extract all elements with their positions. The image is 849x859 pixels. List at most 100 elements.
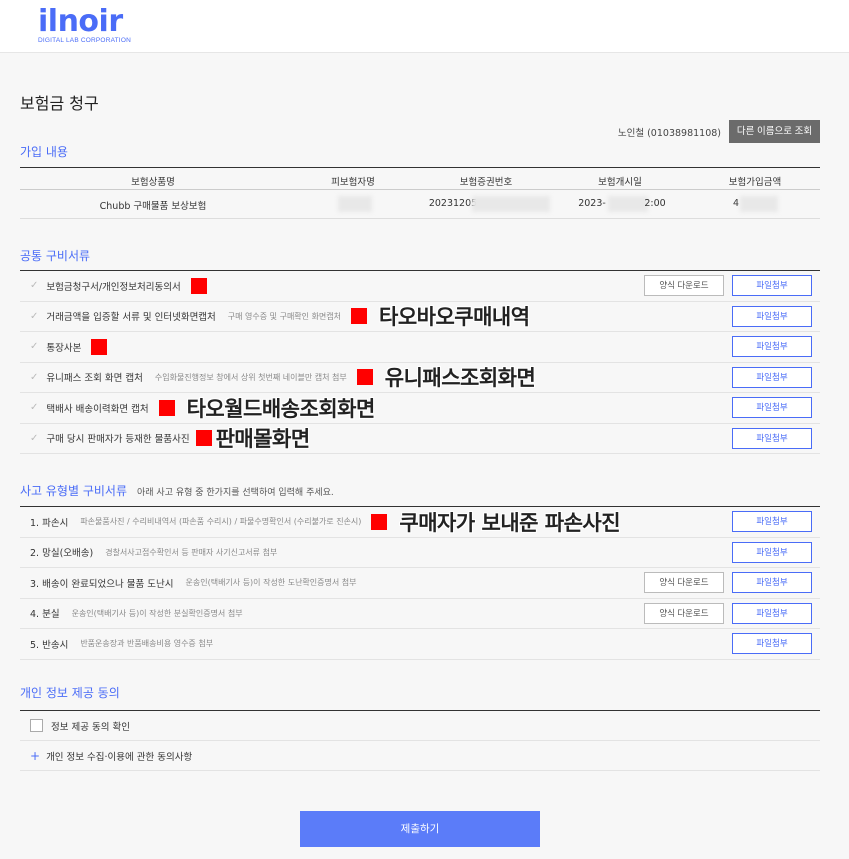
annotation-text: 유니패스조회화면: [384, 366, 536, 391]
page-title: 보험금 청구: [20, 94, 99, 113]
doc-label: 통장사본: [46, 342, 82, 354]
list-item: 2. 망실(오배송) 경찰서사고접수확인서 등 판매자 사기신고서류 첨부 파일…: [20, 538, 820, 568]
consent-detail-label: 개인 정보 수집·이용에 관한 동의사항: [46, 751, 193, 763]
red-annotation-box: [351, 308, 368, 325]
annotation-text: 타오바오쿠매내역: [379, 305, 530, 330]
attach-file-button[interactable]: 파일첨부: [732, 427, 812, 449]
accident-type-desc: 경찰서사고접수확인서 등 판매자 사기신고서류 첨부: [105, 547, 278, 557]
check-icon: ✓: [30, 371, 39, 383]
download-form-button[interactable]: 양식 다운로드: [644, 275, 724, 296]
download-form-button[interactable]: 양식 다운로드: [644, 602, 724, 624]
consent-checkbox[interactable]: [30, 719, 43, 732]
list-item: ✓ 거래금액을 입증할 서류 및 인터넷화면캡처 구매 영수증 및 구매확인 화…: [20, 302, 820, 332]
accident-type-label: 4. 분실: [30, 609, 60, 621]
download-form-button[interactable]: 양식 다운로드: [644, 572, 724, 593]
accident-type-label: 3. 배송이 완료되었으나 물품 도난시: [30, 578, 174, 590]
lookup-other-name-button[interactable]: 다른 이름으로 조회: [729, 120, 820, 143]
doc-label: 보험금청구서/개인정보처리동의서: [46, 281, 181, 293]
list-item: ✓ 보험금청구서/개인정보처리동의서 양식 다운로드 파일첨부: [20, 271, 820, 302]
redacted-start-date: [608, 196, 648, 212]
logo-wordmark: ilnoir: [38, 4, 123, 39]
header: ilnoir DIGITAL LAB CORPORATION: [0, 0, 849, 53]
consent-section-title: 개인 정보 제공 동의: [20, 686, 120, 700]
list-item: 4. 분실 운송인(택배기사 등)이 작성한 분실확인증명서 첨부 양식 다운로…: [20, 599, 820, 629]
doc-label: 거래금액을 입증할 서류 및 인터넷화면캡처: [46, 312, 216, 324]
start-date: 2023-: [578, 198, 606, 209]
attach-file-button[interactable]: 파일첨부: [732, 275, 812, 296]
policy-number: 20231205: [428, 198, 478, 209]
table-header: 보험상품명 피보험자명 보험증권번호 보험개시일 보험가입금액: [20, 167, 820, 190]
list-item: ✓ 택배사 배송이력화면 캡처 타오월드배송조회화면 파일첨부: [20, 393, 820, 424]
column-header: 보험상품명: [131, 177, 175, 188]
accident-type-label: 2. 망실(오배송): [30, 548, 94, 560]
consent-confirm-label: 정보 제공 동의 확인: [51, 721, 130, 733]
attach-file-button[interactable]: 파일첨부: [732, 541, 812, 563]
doc-label: 택배사 배송이력화면 캡처: [46, 403, 149, 415]
doc-description: 수입화물진행정보 창에서 상위 첫번째 네이블만 캡처 첨부: [154, 372, 347, 382]
redacted-policy-number: [472, 196, 550, 212]
plus-icon[interactable]: +: [30, 749, 40, 763]
red-annotation-box: [371, 513, 388, 530]
accident-type-label: 5. 반송시: [30, 639, 69, 651]
redacted-insured-name: [338, 196, 372, 212]
annotation-text: 쿠매자가 보내준 파손사진: [399, 510, 621, 535]
attach-file-button[interactable]: 파일첨부: [732, 366, 812, 388]
logo[interactable]: ilnoir DIGITAL LAB CORPORATION: [38, 6, 138, 46]
list-item: ✓ 유니패스 조회 화면 캡처 수입화물진행정보 창에서 상위 첫번째 네이블만…: [20, 363, 820, 393]
list-item: 5. 반송시 반품운송장과 반품배송비용 영수증 첨부 파일첨부: [20, 629, 820, 660]
column-header: 피보험자명: [331, 177, 375, 188]
check-icon: ✓: [30, 432, 39, 444]
accident-docs-title: 사고 유형별 구비서류: [20, 484, 127, 498]
common-docs-section-title: 공통 구비서류: [20, 249, 91, 263]
column-header: 보험증권번호: [459, 177, 513, 188]
column-header: 보험개시일: [598, 177, 642, 188]
check-icon: ✓: [30, 310, 39, 322]
list-item: ✓ 구매 당시 판매자가 등재한 물품사진 판매몰화면 파일첨부: [20, 424, 820, 454]
annotation-text: 판매몰화면: [215, 427, 311, 452]
logo-tagline: DIGITAL LAB CORPORATION: [38, 37, 131, 44]
accident-type-desc: 운송인(택배기사 등)이 작성한 분실확인증명서 첨부: [71, 608, 243, 618]
table-row: Chubb 구매물품 보상보험 20231205 2023- 2:00 4: [20, 190, 820, 219]
list-item: 1. 파손시 파손물품사진 / 수리비내역서 (파손품 수리시) / 파물수명확…: [20, 507, 820, 538]
amount: 4: [732, 198, 740, 209]
consent-confirm-row[interactable]: 정보 제공 동의 확인: [20, 711, 820, 741]
attach-file-button[interactable]: 파일첨부: [732, 602, 812, 624]
check-icon: ✓: [30, 280, 39, 292]
subscription-table: 보험상품명 피보험자명 보험증권번호 보험개시일 보험가입금액 Chubb 구매…: [20, 167, 820, 219]
red-annotation-box: [158, 399, 175, 416]
start-time: 2:00: [644, 198, 666, 209]
red-annotation-box: [195, 430, 212, 447]
annotation-text: 타오월드배송조회화면: [186, 396, 376, 421]
user-info: 노인철 (01038981108): [617, 128, 721, 139]
doc-label: 구매 당시 판매자가 등재한 물품사진: [46, 434, 190, 446]
common-docs-list: ✓ 보험금청구서/개인정보처리동의서 양식 다운로드 파일첨부 ✓ 거래금액을 …: [20, 270, 820, 454]
submit-button[interactable]: 제출하기: [300, 811, 540, 847]
accident-type-desc: 운송인(택배기사 등)이 작성한 도난확인증명서 첨부: [185, 578, 357, 588]
accident-docs-list: 1. 파손시 파손물품사진 / 수리비내역서 (파손품 수리시) / 파물수명확…: [20, 506, 820, 660]
accident-type-desc: 반품운송장과 반품배송비용 영수증 첨부: [80, 639, 214, 649]
consent-detail-row[interactable]: + 개인 정보 수집·이용에 관한 동의사항: [20, 741, 820, 771]
column-header: 보험가입금액: [728, 177, 782, 188]
accident-docs-section-title: 사고 유형별 구비서류 아래 사고 유형 중 한가지를 선택하여 입력해 주세요.: [20, 482, 334, 499]
list-item: ✓ 통장사본 파일첨부: [20, 332, 820, 363]
doc-label: 유니패스 조회 화면 캡처: [46, 373, 143, 385]
list-item: 3. 배송이 완료되었으나 물품 도난시 운송인(택배기사 등)이 작성한 도난…: [20, 568, 820, 599]
red-annotation-box: [356, 369, 373, 386]
attach-file-button[interactable]: 파일첨부: [732, 397, 812, 418]
check-icon: ✓: [30, 402, 39, 414]
red-annotation-box: [190, 277, 207, 294]
subscription-section-title: 가입 내용: [20, 145, 68, 159]
product-name: Chubb 구매물품 보상보험: [99, 201, 207, 212]
attach-file-button[interactable]: 파일첨부: [732, 511, 812, 532]
attach-file-button[interactable]: 파일첨부: [732, 633, 812, 654]
check-icon: ✓: [30, 341, 39, 353]
attach-file-button[interactable]: 파일첨부: [732, 336, 812, 357]
attach-file-button[interactable]: 파일첨부: [732, 305, 812, 327]
accident-type-desc: 파손물품사진 / 수리비내역서 (파손품 수리시) / 파물수명확인서 (수리불…: [80, 517, 362, 527]
accident-type-label: 1. 파손시: [30, 517, 69, 529]
accident-docs-desc: 아래 사고 유형 중 한가지를 선택하여 입력해 주세요.: [137, 488, 334, 498]
red-annotation-box: [91, 338, 108, 355]
redacted-amount: [740, 196, 778, 212]
attach-file-button[interactable]: 파일첨부: [732, 572, 812, 593]
consent-list: 정보 제공 동의 확인 + 개인 정보 수집·이용에 관한 동의사항: [20, 710, 820, 771]
